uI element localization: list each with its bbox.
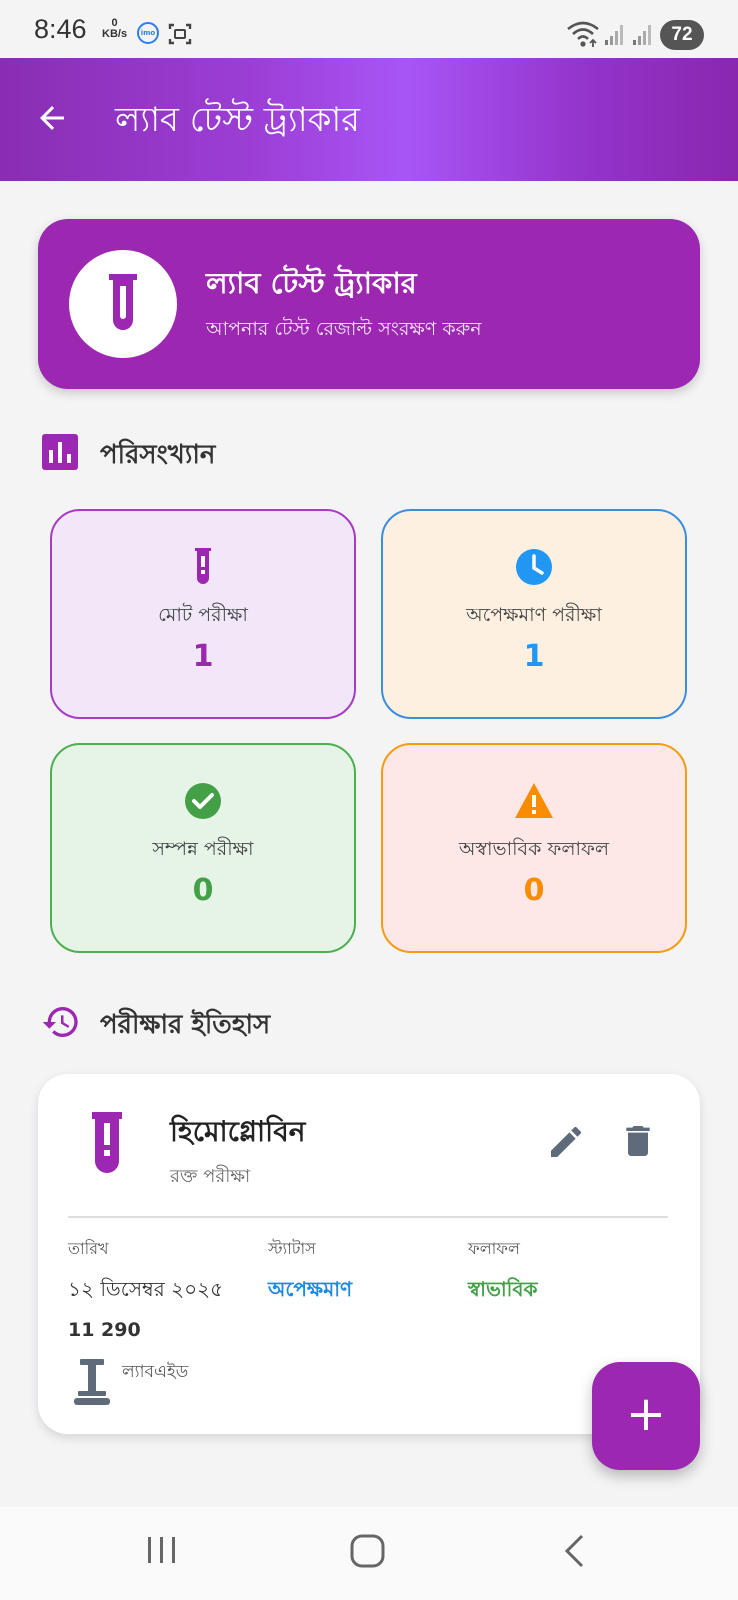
hero-title: ল্যাব টেস্ট ট্র্যাকার <box>206 266 417 300</box>
stat-label-total: মোট পরীক্ষা <box>158 604 248 626</box>
home-icon[interactable] <box>350 1533 386 1569</box>
warning-icon <box>515 783 553 818</box>
test-tube-icon <box>195 548 211 584</box>
result-column: ফলাফল স্বাভাবিক <box>468 1236 538 1308</box>
trash-icon[interactable] <box>618 1120 658 1162</box>
stat-card-pending: অপেক্ষমাণ পরীক্ষা 1 <box>381 509 687 719</box>
screenshot-icon <box>168 23 192 45</box>
bar-chart-icon <box>42 434 78 470</box>
stat-card-completed: সম্পন্ন পরীক্ষা 0 <box>50 743 356 953</box>
pencil-icon[interactable] <box>546 1122 586 1162</box>
date-value: ১২ ডিসেম্বর ২০২৫ <box>68 1277 224 1301</box>
clock-icon <box>516 549 552 585</box>
hero-card: ল্যাব টেস্ট ট্র্যাকার আপনার টেস্ট রেজাল্… <box>38 219 700 389</box>
stat-value-total: 1 <box>192 639 214 674</box>
hero-subtitle: আপনার টেস্ট রেজাল্ট সংরক্ষণ করুন <box>206 318 482 340</box>
signal-icon-2 <box>633 25 651 45</box>
imo-notification-icon: imo <box>137 22 159 44</box>
history-icon <box>42 1007 78 1037</box>
network-speed: 0 KB/s <box>102 17 128 40</box>
stats-section-title: পরিসংখ্যান <box>100 440 216 470</box>
lab-name: ল্যাবএইড <box>122 1362 189 1382</box>
system-nav-bar <box>0 1507 738 1600</box>
status-value: অপেক্ষমাণ <box>268 1277 353 1301</box>
back-nav-icon[interactable] <box>562 1533 588 1569</box>
stat-card-abnormal: অস্বাভাবিক ফলাফল 0 <box>381 743 687 953</box>
result-value: স্বাভাবিক <box>468 1277 538 1301</box>
recent-apps-icon[interactable] <box>146 1533 178 1567</box>
stat-card-total: মোট পরীক্ষা 1 <box>50 509 356 719</box>
stat-label-abnormal: অস্বাভাবিক ফলাফল <box>458 838 610 860</box>
hero-icon-circle <box>69 250 177 358</box>
status-label: স্ট্যাটাস <box>268 1239 316 1258</box>
battery-indicator: 72 <box>660 20 704 50</box>
date-column: তারিখ ১২ ডিসেম্বর ২০২৫ <box>68 1236 223 1308</box>
stat-value-abnormal: 0 <box>523 873 545 908</box>
test-name: হিমোগ্লোবিন <box>170 1115 306 1148</box>
status-time: 8:46 <box>34 14 87 44</box>
lab-stand-icon <box>74 1359 110 1405</box>
test-value: 11 290 <box>68 1319 141 1341</box>
back-arrow-icon[interactable] <box>34 100 70 136</box>
app-bar-title: ল্যাব টেস্ট ট্র্যাকার <box>115 100 360 140</box>
check-circle-icon <box>185 783 221 819</box>
test-type: রক্ত পরীক্ষা <box>170 1166 251 1187</box>
stat-value-pending: 1 <box>523 639 545 674</box>
history-section-title: পরীক্ষার ইতিহাস <box>100 1010 271 1040</box>
test-tube-icon <box>109 274 137 330</box>
stat-label-pending: অপেক্ষমাণ পরীক্ষা <box>466 604 602 626</box>
wifi-icon <box>567 21 599 47</box>
status-bar: 8:46 0 KB/s imo 72 <box>0 0 738 58</box>
stat-label-completed: সম্পন্ন পরীক্ষা <box>152 838 254 860</box>
plus-icon: + <box>625 1386 667 1442</box>
result-label: ফলাফল <box>468 1239 520 1258</box>
status-column: স্ট্যাটাস অপেক্ষমাণ <box>268 1236 352 1308</box>
app-bar: ল্যাব টেস্ট ট্র্যাকার <box>0 58 738 181</box>
stat-value-completed: 0 <box>192 873 214 908</box>
test-tube-icon <box>92 1112 122 1173</box>
date-label: তারিখ <box>68 1239 109 1258</box>
add-test-button[interactable]: + <box>592 1362 700 1470</box>
signal-icon <box>605 25 623 45</box>
card-divider <box>68 1216 668 1218</box>
